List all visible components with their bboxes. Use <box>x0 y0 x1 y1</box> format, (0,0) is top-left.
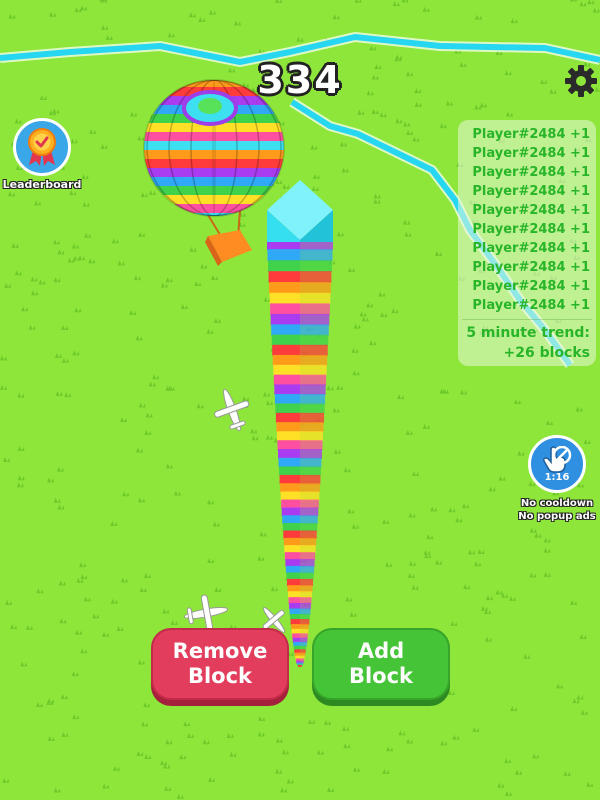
leaderboard-badge <box>13 118 71 176</box>
activity-feed: Player#2484 +1 Player#2484 +1 Player#248… <box>458 120 596 366</box>
settings-button[interactable] <box>563 63 599 99</box>
feed-entry: Player#2484 +1 <box>472 279 590 294</box>
feed-entry: Player#2484 +1 <box>472 184 590 199</box>
feed-entry: Player#2484 +1 <box>472 222 590 237</box>
feed-entry: Player#2484 +1 <box>472 260 590 275</box>
feed-divider <box>462 319 592 320</box>
feed-entry: Player#2484 +1 <box>472 127 590 142</box>
no-tap-hand-icon <box>543 445 572 473</box>
add-button-line2: Block <box>348 664 414 688</box>
cooldown-timer: 1:16 <box>544 471 570 483</box>
remove-button-line2: Block <box>187 664 253 688</box>
leaderboard-button[interactable]: Leaderboard <box>2 118 82 191</box>
add-block-button[interactable]: Add Block <box>312 628 450 700</box>
ribbon-medal-icon <box>28 128 56 166</box>
remove-block-button[interactable]: Remove Block <box>151 628 289 700</box>
feed-entry: Player#2484 +1 <box>472 241 590 256</box>
feed-entry: Player#2484 +1 <box>472 146 590 161</box>
no-cooldown-badge: 1:16 <box>528 435 586 493</box>
gear-icon <box>565 65 597 97</box>
feed-entry: Player#2484 +1 <box>472 298 590 313</box>
feed-entry: Player#2484 +1 <box>472 165 590 180</box>
trend-value: +26 blocks <box>503 345 590 361</box>
no-cooldown-label: No cooldown <box>520 498 594 509</box>
no-popup-ads-label: No popup ads <box>518 511 596 522</box>
score-counter: 334 <box>257 58 343 102</box>
leaderboard-label: Leaderboard <box>2 178 82 191</box>
trend-title: 5 minute trend: <box>466 325 590 341</box>
remove-button-line1: Remove <box>172 639 268 663</box>
no-cooldown-offer-button[interactable]: 1:16 No cooldown No popup ads <box>512 435 600 523</box>
add-button-line1: Add <box>357 639 405 663</box>
feed-entry: Player#2484 +1 <box>472 203 590 218</box>
